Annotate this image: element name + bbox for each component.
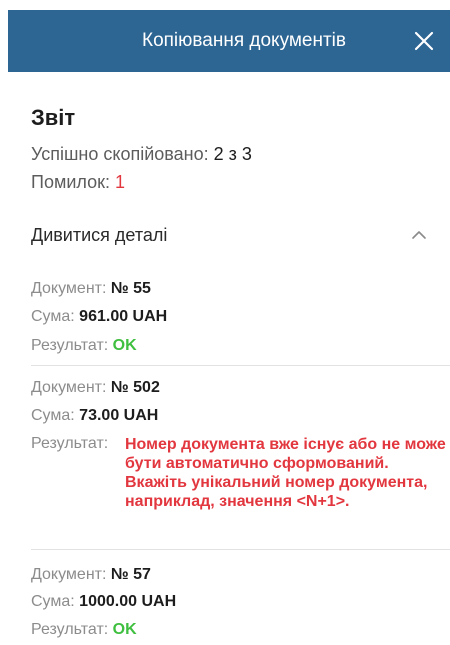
sum-label: Сума: — [31, 407, 75, 424]
sum-label: Сума: — [31, 308, 75, 325]
result-label: Результат: — [31, 621, 109, 638]
success-label: Успішно скопійовано: — [31, 144, 209, 164]
document-result-row: Результат: OK — [31, 336, 137, 356]
errors-stat: Помилок: 1 — [31, 171, 125, 193]
document-result-row: Результат: — [31, 434, 108, 454]
document-number-row: Документ: № 502 — [31, 378, 160, 398]
result-ok: OK — [112, 337, 137, 354]
document-number: № 55 — [110, 280, 151, 297]
errors-label: Помилок: — [31, 172, 110, 192]
details-label: Дивитися деталі — [31, 225, 168, 245]
chevron-up-icon — [412, 231, 426, 239]
document-sum-row: Сума: 73.00 UAH — [31, 406, 158, 426]
close-icon[interactable] — [414, 31, 434, 51]
result-error-message: Номер документа вже існує або не може бу… — [125, 436, 446, 510]
document-sum: 961.00 UAH — [79, 308, 168, 325]
result-label: Результат: — [31, 435, 109, 452]
document-number-row: Документ: № 55 — [31, 279, 151, 299]
divider — [31, 365, 450, 366]
success-value: 2 з 3 — [213, 144, 252, 164]
document-number: № 57 — [110, 566, 151, 583]
document-label: Документ: — [31, 566, 107, 583]
details-toggle[interactable]: Дивитися деталі — [0, 216, 450, 256]
document-label: Документ: — [31, 379, 107, 396]
document-number: № 502 — [110, 379, 160, 396]
result-label: Результат: — [31, 337, 109, 354]
document-number-row: Документ: № 57 — [31, 565, 151, 585]
document-label: Документ: — [31, 280, 107, 297]
document-sum-row: Сума: 1000.00 UAH — [31, 592, 176, 612]
header-title: Копіювання документів — [142, 30, 346, 51]
document-result-row: Результат: OK — [31, 620, 137, 640]
document-sum: 1000.00 UAH — [79, 593, 177, 610]
divider — [31, 549, 450, 550]
errors-value: 1 — [115, 172, 126, 192]
document-sum: 73.00 UAH — [79, 407, 159, 424]
result-ok: OK — [112, 621, 137, 638]
sum-label: Сума: — [31, 593, 75, 610]
success-stat: Успішно скопійовано: 2 з 3 — [31, 143, 252, 165]
report-title: Звіт — [31, 105, 76, 130]
document-sum-row: Сума: 961.00 UAH — [31, 307, 167, 327]
copy-documents-screen: Копіювання документів Звіт Успішно скопі… — [0, 0, 450, 645]
header-bar: Копіювання документів — [8, 10, 450, 72]
